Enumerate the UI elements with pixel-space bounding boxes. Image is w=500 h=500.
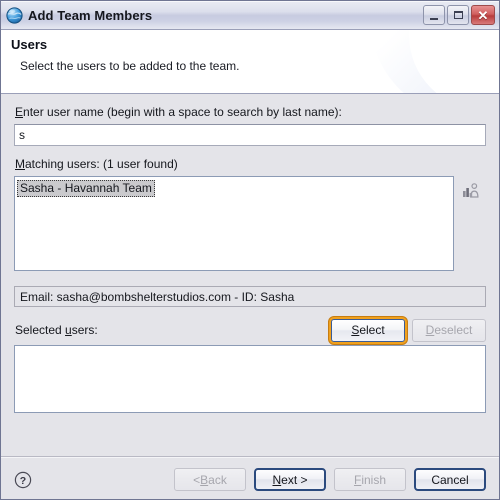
deselect-button: Deselect xyxy=(412,318,486,342)
wizard-banner: Users Select the users to be added to th… xyxy=(1,30,499,94)
cancel-button[interactable]: Cancel xyxy=(414,468,486,491)
back-button-post: ack xyxy=(208,472,227,487)
next-button-mnemonic: N xyxy=(272,472,282,487)
next-button-post: ext > xyxy=(281,472,308,487)
matching-users-label-post: atching users: (1 user found) xyxy=(25,157,178,171)
finish-button-post: inish xyxy=(361,472,387,487)
page-description: Select the users to be added to the team… xyxy=(20,59,240,73)
back-button-pre: < xyxy=(193,472,201,487)
help-glyph: ? xyxy=(20,475,26,487)
back-button: < Back xyxy=(174,468,246,491)
page-title: Users xyxy=(11,37,48,52)
select-button-mnemonic: S xyxy=(351,323,360,337)
selected-users-label-post: sers: xyxy=(71,323,98,337)
user-details-icon xyxy=(462,183,479,198)
maximize-button[interactable] xyxy=(447,5,469,25)
selected-users-label: Selected users: xyxy=(15,323,98,337)
user-details-button[interactable] xyxy=(454,176,486,277)
matching-users-list[interactable]: Sasha - Havannah Team xyxy=(14,176,454,271)
finish-button: Finish xyxy=(334,468,406,491)
username-label-post: nter user name (begin with a space to se… xyxy=(23,105,342,119)
maximize-icon xyxy=(453,11,463,19)
matching-users-row: Sasha - Havannah Team xyxy=(14,176,486,277)
next-button[interactable]: Next > xyxy=(254,468,326,491)
add-team-members-dialog: Add Team Members ✕ Users Select the user… xyxy=(0,0,500,500)
select-deselect-buttons: Select Deselect xyxy=(331,318,486,342)
window-title: Add Team Members xyxy=(28,7,153,23)
title-bar[interactable]: Add Team Members ✕ xyxy=(1,1,499,30)
help-icon[interactable]: ? xyxy=(14,471,32,489)
selected-users-header-row: Selected users: Select Deselect xyxy=(14,315,486,345)
selected-users-label-mnemonic: u xyxy=(65,323,72,337)
window-controls: ✕ xyxy=(423,5,497,25)
user-details-status: Email: sasha@bombshelterstudios.com - ID… xyxy=(14,286,486,307)
close-button[interactable]: ✕ xyxy=(471,5,495,25)
dialog-body: Enter user name (begin with a space to s… xyxy=(1,94,499,457)
deselect-button-mnemonic: D xyxy=(425,323,435,337)
deselect-button-post: eselect xyxy=(434,323,473,337)
select-button-post: elect xyxy=(359,323,385,337)
wizard-navigation-buttons: < Back Next > Finish Cancel xyxy=(32,468,486,491)
dialog-footer: ? < Back Next > Finish Cancel xyxy=(1,457,499,499)
cancel-button-post: Cancel xyxy=(431,472,469,487)
matching-users-label: Matching users: (1 user found) xyxy=(15,157,486,171)
select-button[interactable]: Select xyxy=(331,318,405,342)
finish-button-mnemonic: F xyxy=(353,472,362,487)
back-button-mnemonic: B xyxy=(200,472,209,487)
globe-icon xyxy=(6,6,23,24)
selected-users-label-pre: Selected xyxy=(15,323,66,337)
minimize-icon xyxy=(430,17,438,20)
username-label: Enter user name (begin with a space to s… xyxy=(15,105,486,119)
list-item[interactable]: Sasha - Havannah Team xyxy=(17,180,155,197)
close-icon: ✕ xyxy=(477,7,489,23)
username-label-mnemonic: E xyxy=(15,105,24,119)
selected-users-list[interactable] xyxy=(14,345,486,413)
matching-users-label-mnemonic: M xyxy=(15,157,25,171)
minimize-button[interactable] xyxy=(423,5,445,25)
username-input[interactable] xyxy=(14,124,486,146)
